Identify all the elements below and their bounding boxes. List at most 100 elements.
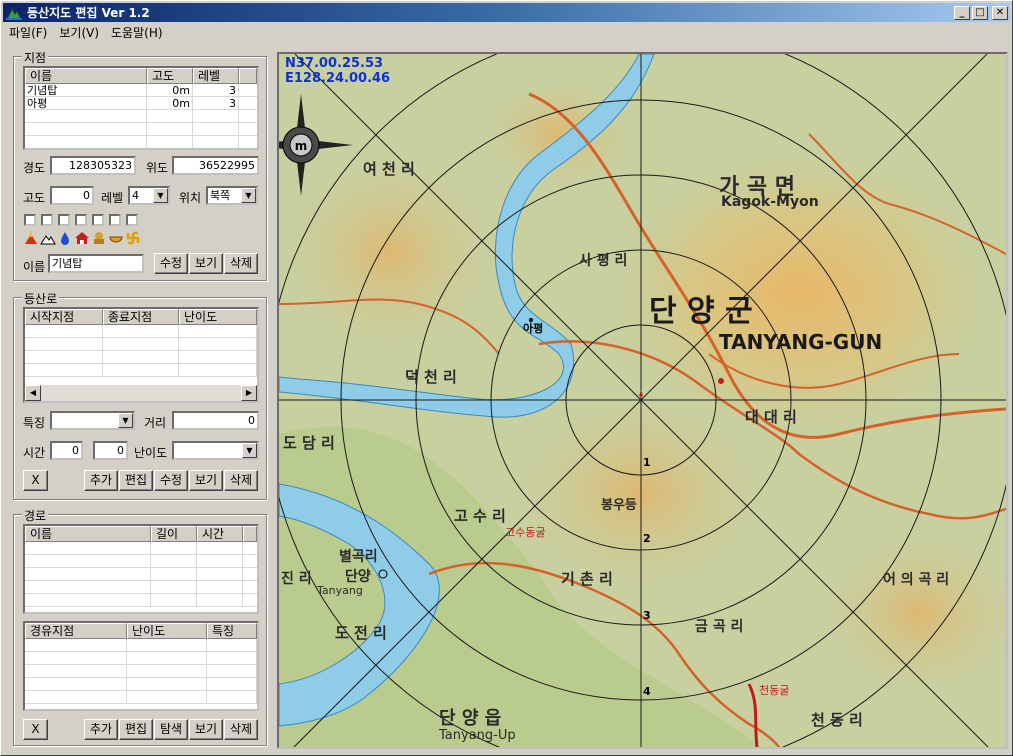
editmode-route-button[interactable]: 편집 [119, 719, 153, 740]
shelter-icon [75, 232, 89, 244]
search-route-button[interactable]: 탐색 [154, 719, 188, 740]
feature-checkbox-2[interactable] [41, 214, 53, 226]
map-label-sapyeong: 사 평 리 [579, 253, 628, 269]
latitude-field[interactable]: 36522995 [172, 156, 259, 175]
map-label-eoui: 어 의 곡 리 [883, 572, 950, 588]
maximize-button[interactable]: □ [972, 5, 988, 20]
edit-point-button[interactable]: 수정 [154, 253, 188, 274]
minimize-button[interactable]: _ [954, 5, 970, 20]
point-level: 3 [193, 84, 239, 96]
column-header-waypoint-feature[interactable]: 특징 [207, 623, 257, 639]
longitude-field[interactable]: 128305323 [50, 156, 136, 175]
app-icon [6, 7, 22, 20]
difficulty-label: 난이도 [134, 446, 168, 460]
map-label-gosudonggul: 고수동굴 [505, 526, 546, 539]
app-window: 등산지도 편집 Ver 1.2 _ □ ✕ 파일(F) 보기(V) 도움말(H)… [0, 0, 1013, 756]
scroll-right-icon[interactable]: ▶ [241, 385, 257, 401]
table-row[interactable]: 아평 0m 3 [25, 97, 257, 110]
edit-trail-button[interactable]: 수정 [154, 470, 188, 491]
add-route-button[interactable]: 추가 [84, 719, 118, 740]
level-select[interactable]: 4 ▼ [128, 186, 170, 205]
svg-text:m: m [295, 139, 308, 153]
map-label-tanyang: Tanyang [317, 584, 363, 597]
table-row[interactable]: 기념탑 0m 3 [25, 84, 257, 97]
feature-checkbox-3[interactable] [58, 214, 70, 226]
level-value: 4 [132, 189, 139, 202]
column-header-name[interactable]: 이름 [25, 68, 147, 84]
time-minutes-field[interactable]: 0 [93, 441, 128, 460]
routes-group-label: 경로 [22, 507, 49, 524]
feature-checkbox-4[interactable] [75, 214, 87, 226]
point-name: 아평 [25, 97, 147, 109]
feature-checkbox-1[interactable] [24, 214, 36, 226]
view-point-button[interactable]: 보기 [189, 253, 223, 274]
map-view[interactable]: m N37.00.25.53 E128.24.00.46 가 곡 면 Kagok… [277, 52, 1008, 749]
altitude-field[interactable]: 0 [50, 186, 94, 205]
position-value: 북쪽 [210, 189, 231, 202]
map-label-gichon: 기 촌 리 [561, 570, 613, 588]
trails-hscroll[interactable]: ◀ ▶ [25, 385, 257, 401]
clear-route-button[interactable]: X [23, 719, 48, 740]
map-label-geumgok: 금 곡 리 [695, 619, 744, 635]
map-label-deokcheon: 덕 천 리 [405, 368, 457, 386]
chevron-down-icon[interactable]: ▼ [153, 188, 168, 203]
map-label-gosu: 고 수 리 [454, 507, 506, 525]
distance-field[interactable]: 0 [172, 411, 259, 430]
ring-label-4: 4 [643, 685, 651, 698]
editmode-trail-button[interactable]: 편집 [119, 470, 153, 491]
latitude-label: 위도 [146, 161, 169, 175]
column-header-waypoint-difficulty[interactable]: 난이도 [127, 623, 207, 639]
time-hours-field[interactable]: 0 [50, 441, 83, 460]
column-header-end[interactable]: 종료지점 [103, 309, 179, 325]
ring-label-1: 1 [643, 456, 651, 469]
column-header-waypoint[interactable]: 경유지점 [25, 623, 127, 639]
column-header-start[interactable]: 시작지점 [25, 309, 103, 325]
add-trail-button[interactable]: 추가 [84, 470, 118, 491]
swastika-icon [126, 231, 140, 245]
feature-checkbox-6[interactable] [109, 214, 121, 226]
view-route-button[interactable]: 보기 [189, 719, 223, 740]
close-button[interactable]: ✕ [992, 5, 1008, 20]
menu-view[interactable]: 보기(V) [53, 24, 105, 41]
map-label-tanyang-gun: TANYANG-GUN [719, 330, 883, 354]
chevron-down-icon[interactable]: ▼ [118, 413, 133, 428]
routes-list[interactable]: 이름 길이 시간 [23, 524, 259, 614]
name-label: 이름 [23, 260, 46, 274]
column-header-route-name[interactable]: 이름 [25, 526, 151, 542]
difficulty-select[interactable]: ▼ [172, 441, 259, 460]
trails-list[interactable]: 시작지점 종료지점 난이도 ◀ ▶ [23, 307, 259, 403]
column-header-difficulty[interactable]: 난이도 [179, 309, 257, 325]
menu-bar: 파일(F) 보기(V) 도움말(H) [3, 22, 169, 42]
column-header-length[interactable]: 길이 [151, 526, 197, 542]
position-label: 위치 [179, 191, 202, 205]
position-select[interactable]: 북쪽 ▼ [206, 186, 258, 205]
mountain-icon [40, 235, 56, 245]
window-title: 등산지도 편집 Ver 1.2 [27, 6, 150, 20]
map-label-cheondong: 천 동 리 [811, 711, 863, 729]
column-header-time[interactable]: 시간 [197, 526, 243, 542]
title-bar[interactable]: 등산지도 편집 Ver 1.2 _ □ ✕ [3, 3, 1010, 22]
scroll-left-icon[interactable]: ◀ [25, 385, 41, 401]
delete-point-button[interactable]: 삭제 [224, 253, 258, 274]
feature-checkbox-5[interactable] [92, 214, 104, 226]
feature-checkbox-7[interactable] [126, 214, 138, 226]
time-label: 시간 [23, 446, 46, 460]
point-altitude: 0m [147, 97, 193, 109]
menu-file[interactable]: 파일(F) [3, 24, 53, 41]
view-trail-button[interactable]: 보기 [189, 470, 223, 491]
points-list[interactable]: 이름 고도 레벨 기념탑 0m 3 아평 0m 3 [23, 66, 259, 150]
delete-route-button[interactable]: 삭제 [224, 719, 258, 740]
point-name-field[interactable]: 기념탑 [48, 254, 144, 273]
feature-select[interactable]: ▼ [50, 411, 135, 430]
map-label-danyang: 단양 [345, 569, 371, 585]
clear-trail-button[interactable]: X [23, 470, 48, 491]
column-header-level[interactable]: 레벨 [193, 68, 239, 84]
water-drop-icon [61, 232, 69, 245]
menu-help[interactable]: 도움말(H) [105, 24, 169, 41]
chevron-down-icon[interactable]: ▼ [241, 188, 256, 203]
column-header-altitude[interactable]: 고도 [147, 68, 193, 84]
waypoints-list[interactable]: 경유지점 난이도 특징 [23, 621, 259, 711]
chevron-down-icon[interactable]: ▼ [242, 443, 257, 458]
points-group-label: 지점 [22, 49, 49, 66]
delete-trail-button[interactable]: 삭제 [224, 470, 258, 491]
